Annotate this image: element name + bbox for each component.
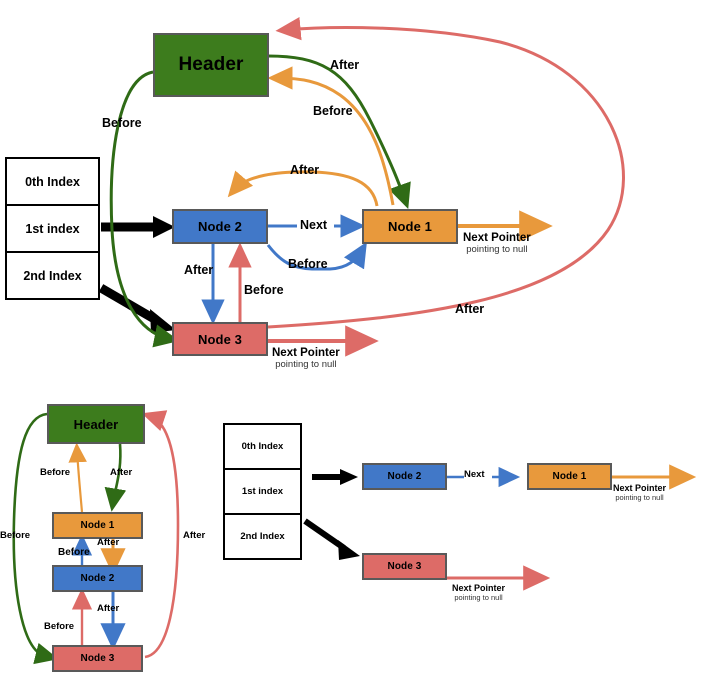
br-index-row-2-label: 2nd Index — [240, 531, 285, 542]
top-node1-next-pointer-caption: Next Pointer pointing to null — [463, 232, 531, 255]
br-index-table[interactable]: 0th Index 1st index 2nd Index — [223, 423, 302, 560]
bl-header-label: Header — [73, 416, 119, 432]
top-index-row-0[interactable]: 0th Index — [7, 159, 98, 206]
top-label-node2-before-node1: Before — [288, 257, 328, 271]
top-index-row-1-label: 1st index — [25, 221, 80, 236]
bl-node2-label: Node 2 — [80, 573, 115, 584]
top-header-label: Header — [178, 54, 244, 75]
bl-edge-node3-after-header — [141, 410, 180, 659]
top-node1-label: Node 1 — [388, 219, 432, 234]
caption-line-1: Next Pointer — [613, 483, 667, 493]
br-index-row-2[interactable]: 2nd Index — [225, 515, 300, 558]
br-node2-box[interactable]: Node 2 — [362, 463, 447, 490]
caption-line-1: Next Pointer — [463, 232, 531, 244]
br-node1-next-pointer-caption: Next Pointer pointing to null — [613, 483, 666, 502]
top-label-header-after-node1: After — [330, 58, 360, 72]
bl-node1-box[interactable]: Node 1 — [52, 512, 143, 539]
top-index-table[interactable]: 0th Index 1st index 2nd Index — [5, 157, 100, 300]
br-node1-box[interactable]: Node 1 — [527, 463, 612, 490]
br-node3-next-pointer-caption: Next Pointer pointing to null — [452, 583, 505, 602]
br-edge-index1-to-node2 — [312, 469, 358, 485]
top-index-row-1[interactable]: 1st index — [7, 206, 98, 253]
caption-line-1: Next Pointer — [272, 347, 340, 359]
bl-label-header-after-node1: After — [110, 467, 133, 478]
caption-line-2: pointing to null — [275, 359, 337, 370]
bl-label-node2-after-node3: After — [97, 603, 120, 614]
bl-header-box[interactable]: Header — [47, 404, 145, 444]
top-label-node2-next-node1: Next — [300, 218, 328, 232]
top-node1-box[interactable]: Node 1 — [362, 209, 458, 244]
top-label-node1-after-node2: After — [290, 163, 320, 177]
top-node2-label: Node 2 — [198, 219, 242, 234]
bl-node1-label: Node 1 — [80, 520, 115, 531]
top-label-node2-after-node3: After — [184, 263, 214, 277]
bl-label-node3-after-header: After — [183, 530, 206, 541]
caption-line-2: pointing to null — [454, 593, 503, 602]
top-header-box[interactable]: Header — [153, 33, 269, 97]
bl-label-node2-before-node1: Before — [58, 547, 90, 558]
top-index-row-0-label: 0th Index — [25, 174, 80, 189]
br-node2-label: Node 2 — [387, 471, 422, 482]
top-label-header-before-node3: Before — [102, 116, 142, 130]
top-label-node3-after-header: After — [455, 302, 485, 316]
br-index-row-1-label: 1st index — [241, 486, 284, 497]
edge-index2-to-node3 — [98, 284, 176, 333]
top-label-node3-before-node2: Before — [244, 283, 284, 297]
edge-node3-after-header — [267, 16, 625, 329]
br-node3-label: Node 3 — [387, 561, 422, 572]
caption-line-2: pointing to null — [466, 244, 528, 255]
diagram-canvas: Header 0th Index 1st index 2nd Index Nod… — [0, 0, 707, 681]
bl-label-node1-before-header: Before — [40, 467, 71, 478]
br-index-row-1[interactable]: 1st index — [225, 470, 300, 515]
br-label-node2-next-node1: Next — [464, 469, 485, 480]
caption-line-2: pointing to null — [615, 493, 664, 502]
top-label-node1-before-header: Before — [313, 104, 353, 118]
bl-edge-node1-before-header — [68, 442, 87, 513]
br-edge-index2-to-node3 — [303, 518, 360, 560]
top-index-row-2-label: 2nd Index — [23, 268, 82, 283]
bl-node2-box[interactable]: Node 2 — [52, 565, 143, 592]
top-node3-box[interactable]: Node 3 — [172, 322, 268, 356]
bl-node3-box[interactable]: Node 3 — [52, 645, 143, 672]
top-node3-label: Node 3 — [198, 331, 242, 347]
bl-label-header-before-node3: Before — [0, 530, 31, 541]
top-node3-next-pointer-caption: Next Pointer pointing to null — [272, 347, 340, 370]
caption-line-1: Next Pointer — [452, 583, 506, 593]
br-index-row-0[interactable]: 0th Index — [225, 425, 300, 470]
top-index-row-2[interactable]: 2nd Index — [7, 253, 98, 298]
edge-node1-before-header — [267, 66, 395, 206]
bl-label-node3-before-node2: Before — [44, 621, 75, 632]
br-node1-label: Node 1 — [552, 471, 587, 482]
br-node3-box[interactable]: Node 3 — [362, 553, 447, 580]
bl-label-node1-after-node2: After — [97, 537, 120, 548]
bl-node3-label: Node 3 — [80, 653, 115, 664]
br-index-row-0-label: 0th Index — [241, 441, 284, 452]
top-node2-box[interactable]: Node 2 — [172, 209, 268, 244]
